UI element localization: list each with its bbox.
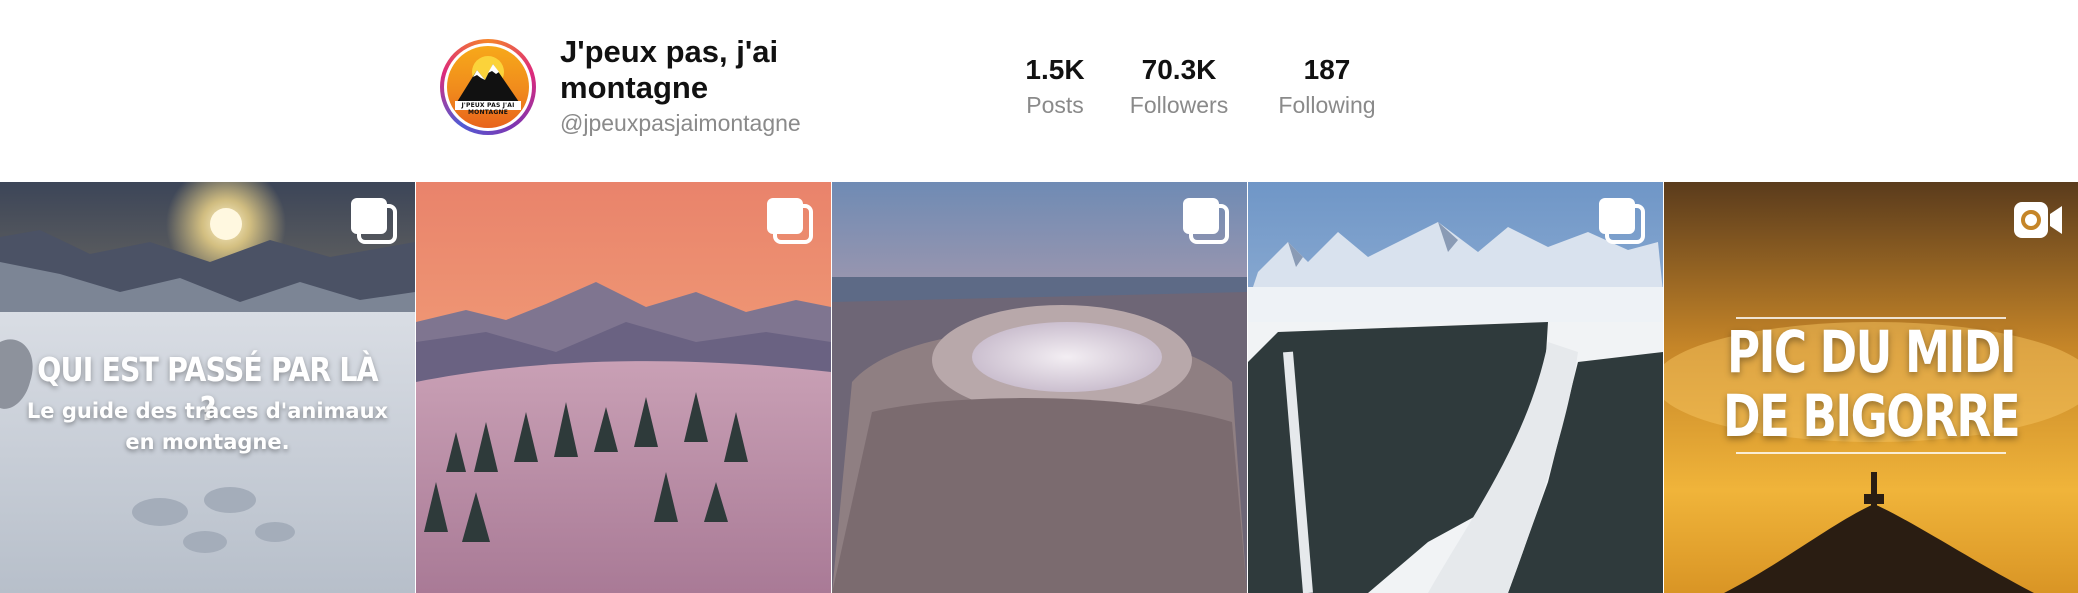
multiple-posts-icon: [1183, 198, 1229, 244]
title-divider: [1736, 452, 2006, 454]
posts-grid: QUI EST PASSÉ PAR LÀ ? Le guide des trac…: [0, 182, 2078, 593]
post-overlay-title-line1: PIC DU MIDI: [1726, 318, 2017, 386]
posts-count-value: 1.5K: [1025, 54, 1085, 85]
profile-header: J'PEUX PAS J'AI MONTAGNE J'peux pas, j'a…: [0, 0, 2078, 182]
avatar[interactable]: J'PEUX PAS J'AI MONTAGNE: [440, 39, 536, 135]
multiple-posts-icon: [767, 198, 813, 244]
posts-count-label: Posts: [1026, 92, 1084, 118]
avatar-logo-text: J'PEUX PAS J'AI MONTAGNE: [461, 102, 515, 116]
followers-count-label: Followers: [1129, 92, 1229, 118]
post-overlay-title-line2: DE BIGORRE: [1722, 382, 2021, 450]
multiple-posts-icon: [1599, 198, 1645, 244]
post-tile[interactable]: [832, 182, 1247, 593]
multiple-posts-icon: [351, 198, 397, 244]
post-tile[interactable]: PIC DU MIDI DE BIGORRE: [1664, 182, 2078, 593]
following-count-label: Following: [1278, 92, 1376, 118]
post-tile[interactable]: [1248, 182, 1663, 593]
following-count[interactable]: 187 Following: [1268, 52, 1386, 120]
profile-name: J'peux pas, j'ai montagne: [560, 34, 779, 105]
post-overlay-subtitle: Le guide des traces d'animaux en montagn…: [26, 399, 389, 454]
profile-handle: @jpeuxpasjaimontagne: [560, 110, 801, 136]
followers-count[interactable]: 70.3K Followers: [1122, 52, 1236, 120]
video-camera-icon: [2014, 202, 2062, 238]
post-tile[interactable]: [416, 182, 831, 593]
posts-count[interactable]: 1.5K Posts: [1020, 52, 1090, 120]
post-overlay-title: PIC DU MIDI DE BIGORRE: [1710, 320, 2033, 448]
followers-count-value: 70.3K: [1141, 54, 1217, 85]
post-tile[interactable]: QUI EST PASSÉ PAR LÀ ? Le guide des trac…: [0, 182, 415, 593]
following-count-value: 187: [1303, 54, 1351, 85]
